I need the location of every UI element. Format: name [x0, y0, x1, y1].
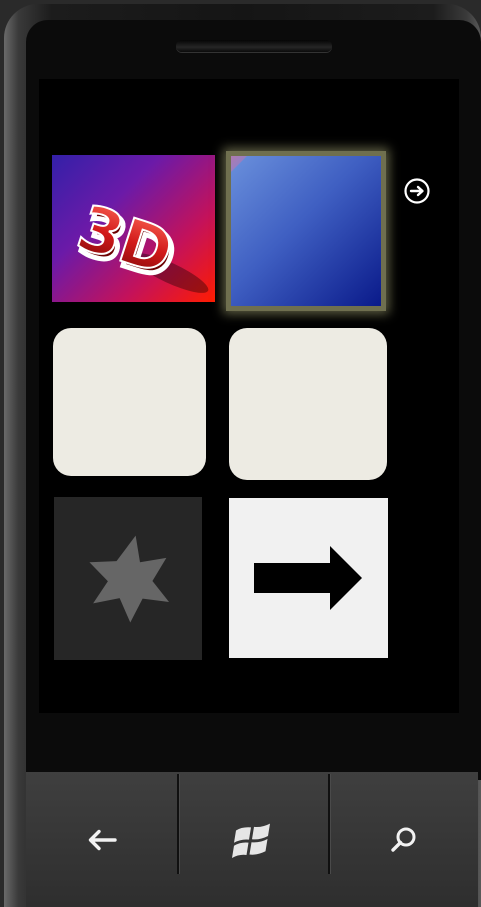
star-tile[interactable]	[54, 497, 202, 660]
windows-logo-icon	[232, 823, 270, 858]
phone-screen: 3D 3D	[39, 79, 459, 713]
start-button[interactable]	[179, 772, 329, 907]
search-button[interactable]	[330, 772, 478, 907]
right-arrow-icon	[253, 546, 362, 610]
blank-rounded-tile-2[interactable]	[229, 328, 387, 480]
circle-arrow-right-icon[interactable]	[401, 175, 433, 207]
back-arrow-icon	[88, 829, 117, 850]
back-button[interactable]	[26, 772, 178, 907]
earpiece-speaker	[176, 40, 332, 52]
arrow-tile[interactable]	[229, 498, 388, 658]
star-icon	[89, 535, 170, 623]
gradient-tile-fill	[231, 156, 381, 306]
hardware-navbar	[26, 772, 478, 907]
3d-tile[interactable]: 3D 3D	[52, 155, 215, 302]
3d-logo-image: 3D 3D	[68, 189, 209, 297]
gradient-tile[interactable]	[226, 151, 386, 311]
search-icon	[391, 827, 416, 852]
blank-rounded-tile-1[interactable]	[53, 328, 206, 476]
